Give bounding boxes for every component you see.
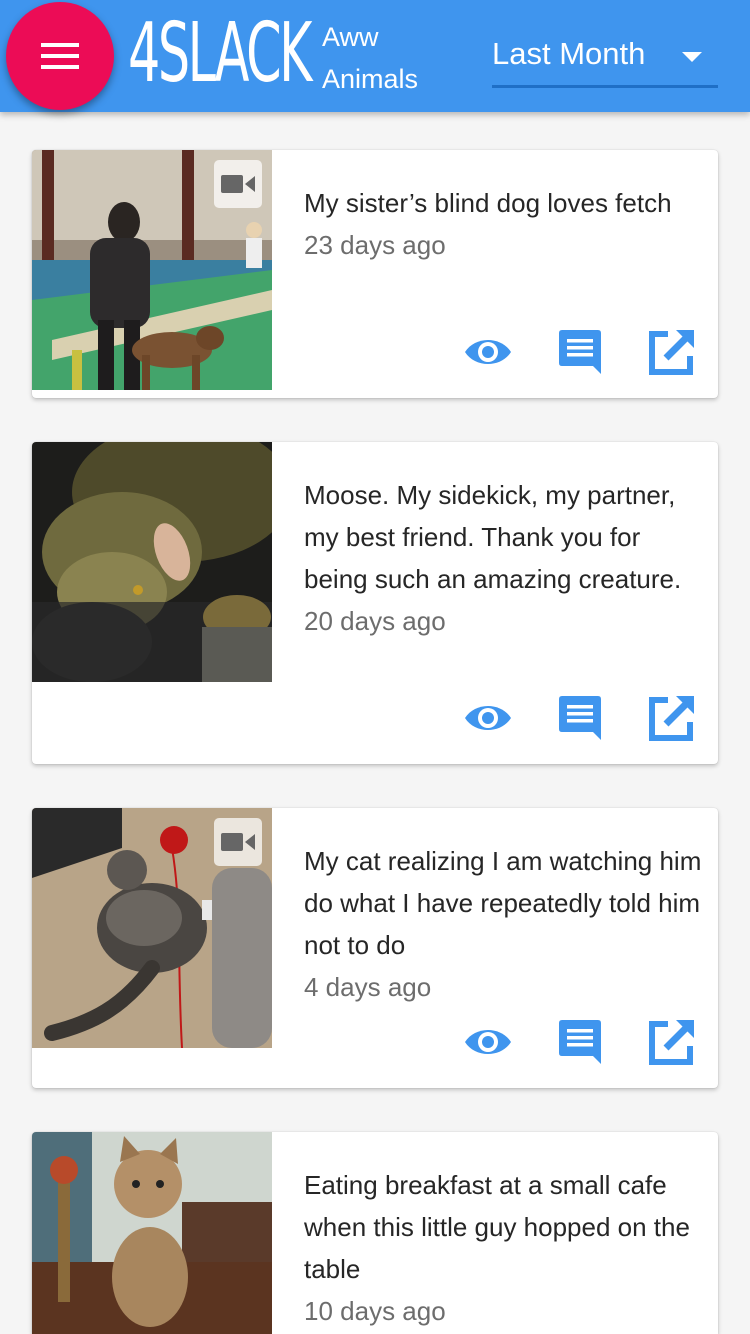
hamburger-menu-icon xyxy=(41,43,79,69)
video-badge xyxy=(214,160,262,208)
post-thumbnail[interactable] xyxy=(32,808,272,1048)
period-select-value: Last Month xyxy=(492,36,646,71)
view-button[interactable] xyxy=(462,1016,514,1068)
video-camera-icon xyxy=(221,175,255,193)
comment-icon xyxy=(559,696,601,740)
caret-down-icon xyxy=(682,52,702,62)
post-title-block[interactable]: Eating breakfast at a small cafe when th… xyxy=(304,1164,704,1332)
eye-icon xyxy=(465,706,511,730)
comment-icon xyxy=(559,330,601,374)
video-badge xyxy=(214,818,262,866)
post-actions xyxy=(422,326,698,378)
open-external-icon xyxy=(649,1020,694,1065)
open-external-button[interactable] xyxy=(646,1016,698,1068)
eye-icon xyxy=(465,340,511,364)
view-button[interactable] xyxy=(462,326,514,378)
subreddit-line-2: Animals xyxy=(322,64,419,94)
post-card[interactable]: Moose. My sidekick, my partner, my best … xyxy=(32,442,718,764)
post-thumbnail[interactable] xyxy=(32,442,272,682)
app-logo: 4SLACK xyxy=(128,6,312,101)
post-actions xyxy=(422,692,698,744)
post-age: 10 days ago xyxy=(304,1296,446,1326)
comment-icon xyxy=(559,1020,601,1064)
post-card[interactable]: My cat realizing I am watching him do wh… xyxy=(32,808,718,1088)
post-age: 23 days ago xyxy=(304,230,446,260)
post-card[interactable]: Eating breakfast at a small cafe when th… xyxy=(32,1132,718,1334)
post-thumbnail[interactable] xyxy=(32,150,272,390)
post-title: My sister’s blind dog loves fetch xyxy=(304,188,672,218)
view-button[interactable] xyxy=(462,692,514,744)
open-external-button[interactable] xyxy=(646,326,698,378)
post-age: 4 days ago xyxy=(304,972,432,1002)
post-title-block[interactable]: Moose. My sidekick, my partner, my best … xyxy=(304,474,704,642)
period-select[interactable]: Last Month xyxy=(492,28,718,88)
post-thumbnail[interactable] xyxy=(32,1132,272,1334)
video-camera-icon xyxy=(221,833,255,851)
post-title: Moose. My sidekick, my partner, my best … xyxy=(304,480,682,594)
post-actions xyxy=(422,1016,698,1068)
comments-button[interactable] xyxy=(554,692,606,744)
open-external-icon xyxy=(649,330,694,375)
subreddit-title: Aww Animals xyxy=(322,16,418,100)
post-title: Eating breakfast at a small cafe when th… xyxy=(304,1170,690,1284)
post-age: 20 days ago xyxy=(304,606,446,636)
subreddit-line-1: Aww xyxy=(322,22,379,52)
post-card[interactable]: My sister’s blind dog loves fetch 23 day… xyxy=(32,150,718,398)
app-header: 4SLACK Aww Animals Last Month xyxy=(0,0,750,112)
post-title: My cat realizing I am watching him do wh… xyxy=(304,846,702,960)
open-external-button[interactable] xyxy=(646,692,698,744)
comments-button[interactable] xyxy=(554,1016,606,1068)
open-external-icon xyxy=(649,696,694,741)
post-title-block[interactable]: My cat realizing I am watching him do wh… xyxy=(304,840,704,1008)
post-title-block[interactable]: My sister’s blind dog loves fetch 23 day… xyxy=(304,182,704,266)
eye-icon xyxy=(465,1030,511,1054)
comments-button[interactable] xyxy=(554,326,606,378)
menu-button[interactable] xyxy=(6,2,114,110)
